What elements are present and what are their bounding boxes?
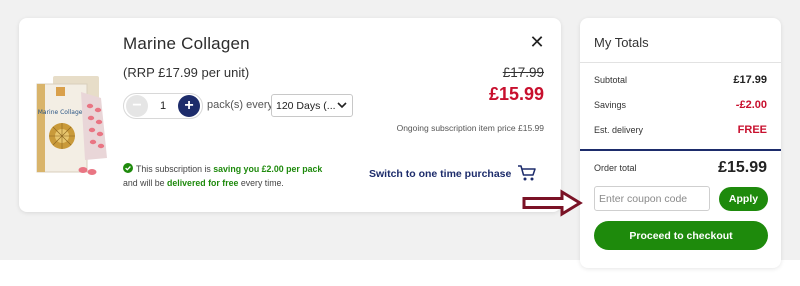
cart-item-card: Marine Collagen Marine Collagen ✕ (RRP £… <box>19 18 561 212</box>
saving-highlight: saving you £2.00 per pack <box>213 164 323 174</box>
rrp-text: (RRP £17.99 per unit) <box>123 65 250 80</box>
subtotal-label: Subtotal <box>594 75 628 85</box>
delivery-highlight: delivered for free <box>167 178 239 188</box>
divider <box>580 62 781 63</box>
proceed-to-checkout-button[interactable]: Proceed to checkout <box>594 221 768 250</box>
quantity-stepper: − 1 + <box>123 93 203 119</box>
pack-frequency-label: pack(s) every <box>207 99 274 111</box>
order-totals-panel: My Totals Subtotal £17.99 Savings -£2.00… <box>580 18 781 268</box>
delivery-value: FREE <box>737 124 767 136</box>
frequency-select[interactable]: 120 Days (... <box>271 94 353 117</box>
check-circle-icon <box>123 163 133 173</box>
product-image-label: Marine Collagen <box>38 109 87 116</box>
totals-divider <box>580 149 781 151</box>
subscription-info: This subscription is saving you £2.00 pe… <box>123 162 322 190</box>
totals-title: My Totals <box>594 35 649 50</box>
info-text-3: every time. <box>238 178 284 188</box>
quantity-value[interactable]: 1 <box>148 100 178 112</box>
coupon-code-input[interactable] <box>594 186 710 211</box>
original-price: £17.99 <box>502 65 544 80</box>
product-image[interactable]: Marine Collagen <box>35 74 125 178</box>
switch-to-one-time-purchase-link[interactable]: Switch to one time purchase <box>369 168 511 180</box>
apply-coupon-button[interactable]: Apply <box>719 187 768 211</box>
savings-label: Savings <box>594 100 627 110</box>
order-total-label: Order total <box>594 163 637 173</box>
cart-icon[interactable] <box>517 164 537 182</box>
discounted-price: £15.99 <box>488 84 544 104</box>
increase-quantity-button[interactable]: + <box>178 95 200 117</box>
order-total-value: £15.99 <box>718 159 767 176</box>
delivery-label: Est. delivery <box>594 125 644 135</box>
arrow-annotation-icon <box>522 189 583 217</box>
ongoing-subscription-price: Ongoing subscription item price £15.99 <box>396 123 544 133</box>
decrease-quantity-button[interactable]: − <box>126 95 148 117</box>
savings-value: -£2.00 <box>735 99 767 111</box>
frequency-value: 120 Days (... <box>276 99 336 112</box>
plus-icon: + <box>184 97 194 114</box>
minus-icon: − <box>132 97 142 114</box>
subtotal-value: £17.99 <box>733 74 767 86</box>
remove-item-button[interactable]: ✕ <box>527 32 547 52</box>
product-title[interactable]: Marine Collagen <box>123 34 250 54</box>
chevron-down-icon <box>337 102 347 109</box>
close-icon: ✕ <box>529 32 545 52</box>
info-text-2: and will be <box>123 178 168 188</box>
info-text-1: This subscription is <box>136 164 214 174</box>
